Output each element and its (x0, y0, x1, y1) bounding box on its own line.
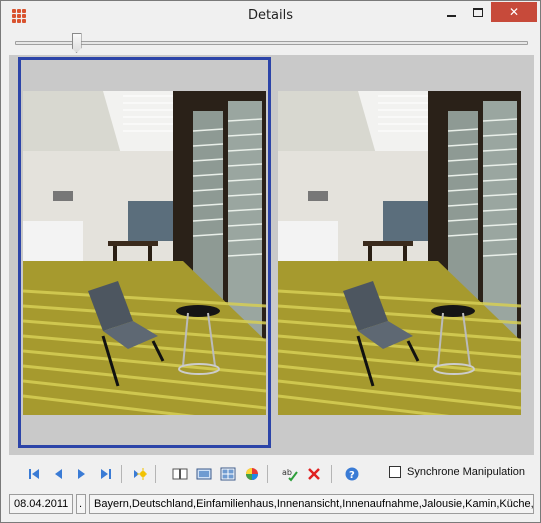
new-icon (134, 468, 147, 480)
next-button[interactable] (73, 465, 91, 483)
status-date: 08.04.2011 (9, 494, 73, 514)
spellcheck-button[interactable]: ab (281, 465, 299, 483)
toolbar-separator (155, 465, 156, 483)
book-button[interactable] (171, 465, 189, 483)
previous-icon (55, 469, 62, 479)
help-icon: ? (345, 467, 359, 481)
toolbar: ab ? Synchrone Manipulation (9, 457, 534, 491)
grid-view-icon (220, 467, 236, 481)
svg-text:ab: ab (282, 468, 292, 477)
photo-original[interactable] (23, 91, 266, 415)
sync-checkbox[interactable] (389, 466, 401, 478)
single-view-button[interactable] (195, 465, 213, 483)
sync-option[interactable]: Synchrone Manipulation (389, 466, 525, 478)
slider-thumb[interactable] (71, 33, 82, 53)
close-icon: ✕ (508, 5, 520, 19)
details-window: Details ✕ ab ? Synchrone Manipulation 08… (0, 0, 541, 523)
toolbar-separator (121, 465, 122, 483)
maximize-button[interactable] (464, 2, 492, 22)
close-button[interactable]: ✕ (491, 2, 537, 22)
slider-track[interactable] (15, 41, 528, 45)
minimize-button[interactable] (437, 2, 465, 22)
maximize-icon (473, 7, 483, 17)
photo-copy[interactable] (278, 91, 521, 415)
title-bar[interactable]: Details ✕ (1, 1, 540, 31)
status-bar: 08.04.2011 . Bayern,Deutschland,Einfamil… (9, 493, 534, 516)
first-icon (29, 469, 39, 479)
status-tags: Bayern,Deutschland,Einfamilienhaus,Innen… (89, 494, 534, 514)
delete-button[interactable] (305, 465, 323, 483)
status-separator: . (76, 494, 86, 514)
last-button[interactable] (97, 465, 115, 483)
single-view-icon (196, 468, 212, 480)
image-slider[interactable] (9, 31, 534, 55)
svg-text:?: ? (349, 470, 355, 481)
help-button[interactable]: ? (343, 465, 361, 483)
delete-icon (308, 468, 320, 480)
spellcheck-icon: ab (282, 468, 298, 482)
first-button[interactable] (25, 465, 43, 483)
sync-label: Synchrone Manipulation (407, 466, 526, 478)
minimize-icon (446, 15, 456, 17)
toolbar-separator (267, 465, 268, 483)
book-icon (172, 468, 188, 480)
interior-photo-copy (278, 91, 521, 415)
color-wheel-icon (246, 468, 258, 480)
last-icon (101, 469, 111, 479)
previous-button[interactable] (49, 465, 67, 483)
next-icon (78, 469, 85, 479)
interior-photo (23, 91, 266, 415)
color-button[interactable] (243, 465, 261, 483)
toolbar-separator (331, 465, 332, 483)
grid-view-button[interactable] (219, 465, 237, 483)
new-button[interactable] (131, 465, 149, 483)
